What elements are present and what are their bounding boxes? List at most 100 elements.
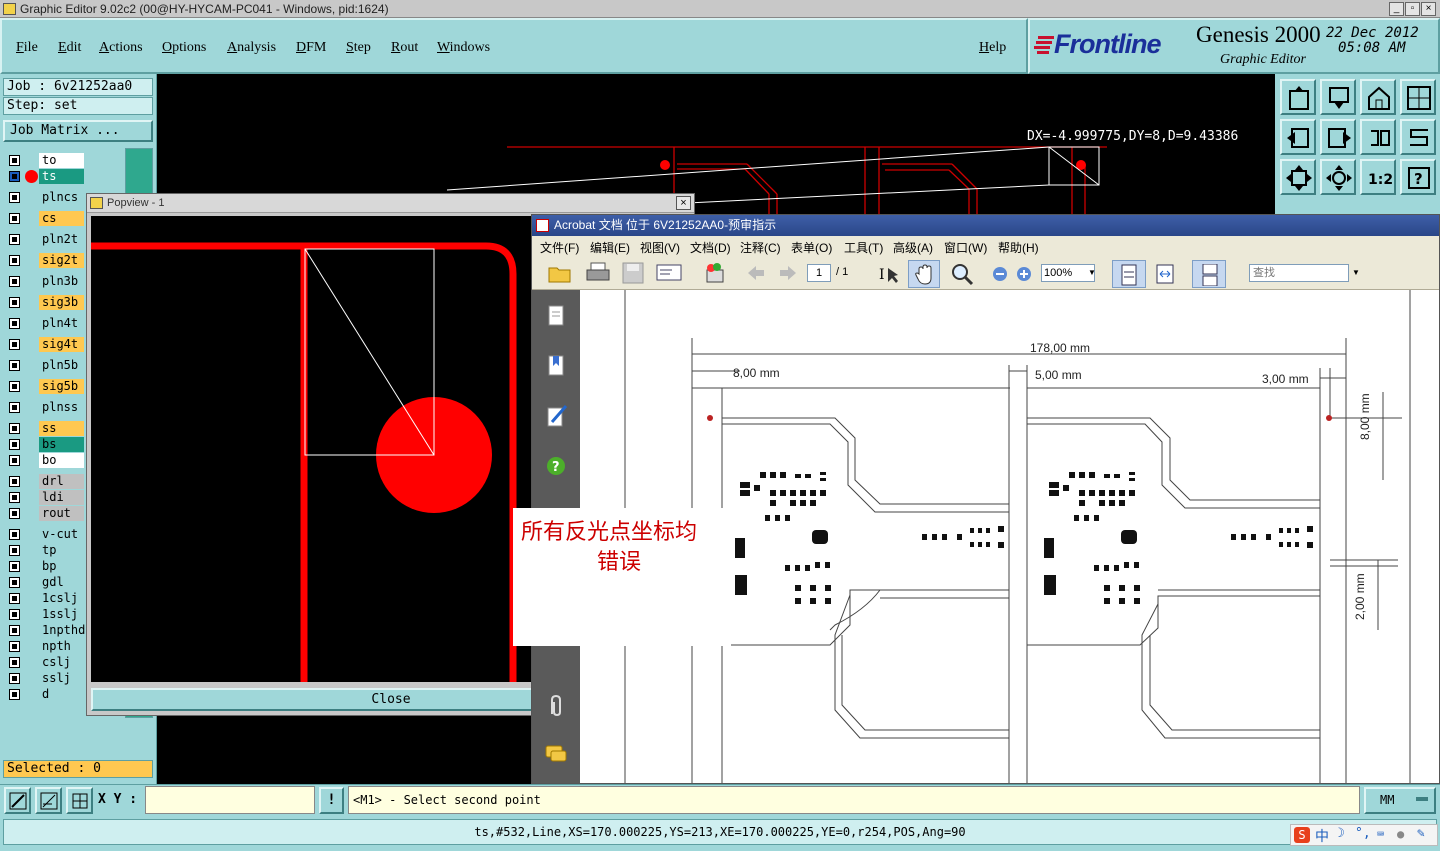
scale-button[interactable]: 1:2 <box>1360 159 1396 195</box>
layer-row-drl[interactable]: drl <box>6 474 84 489</box>
snap-button[interactable] <box>4 787 31 814</box>
layer-row-sslj[interactable]: sslj <box>6 671 84 686</box>
zoom-in-button[interactable] <box>1320 79 1356 115</box>
menu-help[interactable]: Help <box>979 40 1006 56</box>
layer-checkbox[interactable] <box>9 545 20 556</box>
right-button[interactable] <box>1320 119 1356 155</box>
signatures-icon[interactable] <box>546 404 568 428</box>
window-button[interactable] <box>1400 79 1436 115</box>
zoom-in-icon[interactable] <box>1016 266 1032 282</box>
layer-checkbox[interactable] <box>9 439 20 450</box>
layer-checkbox[interactable] <box>9 155 20 166</box>
acrobat-menu-item[interactable]: 注释(C) <box>740 239 781 256</box>
layer-row-pln5b[interactable]: pln5b <box>6 358 84 373</box>
email-icon[interactable] <box>656 263 682 283</box>
layer-checkbox[interactable] <box>9 276 20 287</box>
layer-checkbox[interactable] <box>9 476 20 487</box>
layer-checkbox[interactable] <box>9 673 20 684</box>
ime-mode[interactable]: 中 <box>1315 826 1329 846</box>
layer-checkbox[interactable] <box>9 297 20 308</box>
layer-row-ss[interactable]: ss <box>6 421 84 436</box>
layer-checkbox[interactable] <box>9 455 20 466</box>
acrobat-menu-item[interactable]: 表单(O) <box>791 239 832 256</box>
home-button[interactable] <box>1360 79 1396 115</box>
fit-page-button[interactable] <box>1112 260 1146 288</box>
fit-width-icon[interactable] <box>1154 263 1176 285</box>
layer-checkbox[interactable] <box>9 171 20 182</box>
ime-toolbar[interactable]: S 中 ☽ °, ⌨ ● ✎ <box>1290 824 1438 846</box>
layer-row-bo[interactable]: bo <box>6 453 84 468</box>
layer-checkbox[interactable] <box>9 255 20 266</box>
menu-step[interactable]: Step <box>346 40 371 56</box>
acrobat-menu-item[interactable]: 文件(F) <box>540 239 579 256</box>
layer-row-gdl[interactable]: gdl <box>6 575 84 590</box>
layer-row-npth[interactable]: npth <box>6 639 84 654</box>
layer-row-ldi[interactable]: ldi <box>6 490 84 505</box>
layer-row-bp[interactable]: bp <box>6 559 84 574</box>
print-icon[interactable] <box>586 262 610 284</box>
layer-checkbox[interactable] <box>9 360 20 371</box>
layer-checkbox[interactable] <box>9 593 20 604</box>
layer-row-1npthdk[interactable]: 1npthdk <box>6 623 93 638</box>
layer-row-cslj[interactable]: cslj <box>6 655 84 670</box>
layer-checkbox[interactable] <box>9 561 20 572</box>
measure-button[interactable] <box>35 787 62 814</box>
layer-row-cs[interactable]: cs <box>6 211 84 226</box>
bookmarks-icon[interactable] <box>546 354 566 378</box>
keyboard-icon[interactable]: ⌨ <box>1377 827 1384 841</box>
menu-windows[interactable]: Windows <box>437 40 490 56</box>
grid-button[interactable] <box>66 787 93 814</box>
save-icon[interactable] <box>622 262 644 284</box>
left-button[interactable] <box>1280 119 1316 155</box>
prev-page-icon[interactable] <box>746 264 766 282</box>
layer-row-v-cut[interactable]: v-cut <box>6 527 84 542</box>
layer-row-1cslj[interactable]: 1cslj <box>6 591 84 606</box>
create-pdf-icon[interactable] <box>704 262 726 284</box>
layer-row-pln2t[interactable]: pln2t <box>6 232 84 247</box>
acrobat-menu-item[interactable]: 视图(V) <box>640 239 680 256</box>
punctuation-icon[interactable]: °, <box>1355 826 1371 841</box>
menu-dfm[interactable]: DFM <box>296 40 326 56</box>
menu-edit[interactable]: Edit <box>58 40 81 56</box>
hand-tool-button[interactable] <box>908 260 940 288</box>
xy-input[interactable] <box>145 786 315 814</box>
layer-checkbox[interactable] <box>9 234 20 245</box>
close-window-button[interactable]: × <box>1421 2 1436 16</box>
layer-checkbox[interactable] <box>9 577 20 588</box>
zoom-level-select[interactable]: 100% <box>1041 264 1095 282</box>
moon-icon[interactable]: ☽ <box>1337 826 1345 841</box>
redraw-button[interactable] <box>1400 119 1436 155</box>
next-page-icon[interactable] <box>778 264 798 282</box>
popview-canvas[interactable] <box>91 216 531 682</box>
layer-row-bs[interactable]: bs <box>6 437 84 452</box>
acrobat-menu-item[interactable]: 文档(D) <box>690 239 731 256</box>
layer-checkbox[interactable] <box>9 492 20 503</box>
layer-row-sig3b[interactable]: sig3b <box>6 295 84 310</box>
layer-checkbox[interactable] <box>9 213 20 224</box>
layer-checkbox[interactable] <box>9 641 20 652</box>
layer-row-tp[interactable]: tp <box>6 543 84 558</box>
zoom-out-icon[interactable] <box>992 266 1008 282</box>
help-button[interactable]: ? <box>1400 159 1436 195</box>
layer-checkbox[interactable] <box>9 381 20 392</box>
layer-checkbox[interactable] <box>9 192 20 203</box>
layer-row-pln3b[interactable]: pln3b <box>6 274 84 289</box>
search-chevron-down-icon[interactable]: ▼ <box>1352 268 1360 277</box>
expand-button[interactable] <box>1280 159 1316 195</box>
layer-checkbox[interactable] <box>9 625 20 636</box>
maximize-button[interactable]: ▫ <box>1405 2 1420 16</box>
open-icon[interactable] <box>548 263 572 283</box>
layer-checkbox[interactable] <box>9 318 20 329</box>
menu-rout[interactable]: Rout <box>391 40 418 56</box>
menu-file[interactable]: File <box>16 40 38 56</box>
alert-icon[interactable]: ! <box>319 787 344 814</box>
menu-actions[interactable]: Actions <box>99 40 143 56</box>
layer-checkbox[interactable] <box>9 339 20 350</box>
zoom-chevron-down-icon[interactable]: ▼ <box>1088 268 1096 277</box>
acrobat-menu-item[interactable]: 编辑(E) <box>590 239 630 256</box>
layer-row-sig5b[interactable]: sig5b <box>6 379 84 394</box>
select-text-icon[interactable]: I <box>878 264 900 284</box>
minimize-button[interactable]: _ <box>1389 2 1404 16</box>
layer-row-pln4t[interactable]: pln4t <box>6 316 84 331</box>
layer-row-sig4t[interactable]: sig4t <box>6 337 84 352</box>
